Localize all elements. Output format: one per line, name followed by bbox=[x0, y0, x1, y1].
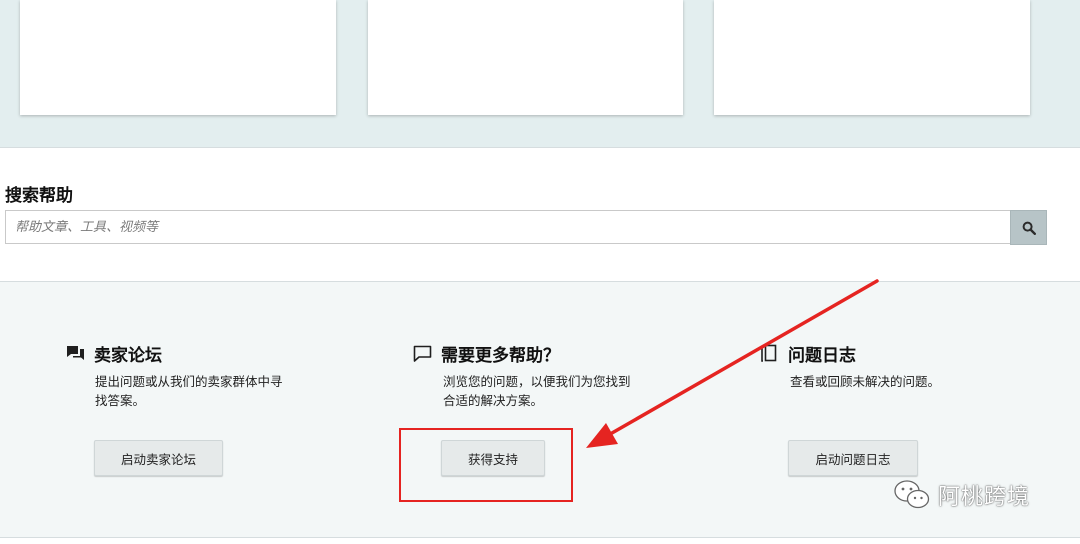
launch-case-log-button[interactable]: 启动问题日志 bbox=[788, 440, 918, 476]
search-help-title: 搜索帮助 bbox=[5, 186, 73, 206]
chat-bubble-icon bbox=[413, 344, 433, 364]
search-button[interactable] bbox=[1010, 210, 1047, 245]
annotation-highlight-box bbox=[399, 428, 573, 502]
more-help-description: 浏览您的问题，以便我们为您找到 合适的解决方案。 bbox=[443, 372, 631, 410]
launch-seller-forum-button[interactable]: 启动卖家论坛 bbox=[94, 440, 223, 476]
more-help-title: 需要更多帮助？ bbox=[441, 346, 560, 366]
watermark: 阿桃跨境 bbox=[892, 478, 1030, 512]
case-log-icon bbox=[760, 344, 780, 364]
description-line: 合适的解决方案。 bbox=[443, 393, 544, 408]
case-log-heading: 问题日志 bbox=[760, 341, 856, 366]
watermark-text: 阿桃跨境 bbox=[938, 485, 1031, 510]
top-banner bbox=[0, 0, 1080, 148]
more-help-heading: 需要更多帮助？ bbox=[413, 341, 560, 366]
description-line: 浏览您的问题，以便我们为您找到 bbox=[443, 374, 631, 389]
info-card[interactable] bbox=[714, 0, 1030, 115]
info-card[interactable] bbox=[20, 0, 336, 115]
description-line: 查看或回顾未解决的问题。 bbox=[790, 374, 941, 389]
seller-forum-heading: 卖家论坛 bbox=[66, 341, 162, 366]
case-log-title: 问题日志 bbox=[788, 346, 856, 366]
wechat-icon bbox=[894, 480, 930, 509]
description-line: 提出问题或从我们的卖家群体中寻 bbox=[95, 374, 283, 389]
search-icon bbox=[1022, 221, 1036, 235]
seller-forum-title: 卖家论坛 bbox=[94, 346, 162, 366]
search-input[interactable] bbox=[5, 210, 1010, 244]
forum-icon bbox=[66, 344, 86, 364]
info-card[interactable] bbox=[368, 0, 683, 115]
case-log-description: 查看或回顾未解决的问题。 bbox=[790, 372, 940, 391]
seller-forum-description: 提出问题或从我们的卖家群体中寻 找答案。 bbox=[95, 372, 283, 410]
description-line: 找答案。 bbox=[95, 393, 146, 408]
